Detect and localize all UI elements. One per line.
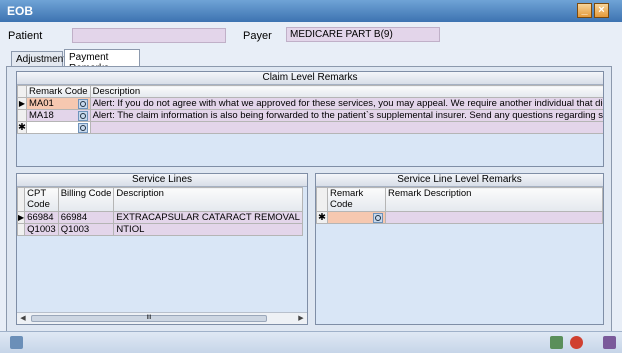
scroll-left-icon[interactable]: ◀: [17, 313, 29, 324]
scroll-thumb[interactable]: III: [31, 315, 267, 322]
cpt-code-cell[interactable]: 66984: [24, 211, 59, 224]
service-lines-grid: Service Lines CPT Code Billing Code Desc…: [16, 173, 308, 325]
billing-code-cell[interactable]: 66984: [57, 211, 115, 224]
payer-field[interactable]: MEDICARE PART B(9): [286, 27, 440, 42]
row-header-corner: [316, 187, 328, 212]
column-header-description[interactable]: Description: [89, 85, 603, 98]
column-header-remark-description[interactable]: Remark Description: [385, 187, 603, 212]
help-icon[interactable]: [603, 336, 616, 349]
cancel-icon[interactable]: [570, 336, 583, 349]
claim-remarks-grid: Claim Level Remarks Remark Code Descript…: [16, 71, 604, 167]
row-header-corner: [17, 85, 27, 98]
close-icon[interactable]: ×: [594, 3, 609, 18]
table-row[interactable]: ▶ MA01 Alert: If you do not agree with w…: [17, 97, 603, 110]
service-line-remarks-grid: Service Line Level Remarks Remark Code R…: [315, 173, 604, 325]
billing-code-cell[interactable]: Q1003: [57, 223, 115, 236]
window-title: EOB: [7, 4, 34, 18]
payer-label: Payer: [243, 30, 272, 42]
patient-label: Patient: [8, 30, 43, 42]
column-header-cpt-code[interactable]: CPT Code: [24, 187, 59, 212]
description-cell: [89, 121, 603, 134]
row-header-corner: [17, 187, 26, 212]
current-row-indicator: ▶: [17, 211, 26, 224]
table-row[interactable]: Q1003 Q1003 NTIOL: [17, 223, 303, 236]
service-line-remarks-caption: Service Line Level Remarks: [316, 174, 603, 187]
minimize-icon[interactable]: _: [577, 3, 592, 18]
remark-code-cell[interactable]: MA18: [29, 111, 54, 121]
remark-description-cell: [385, 211, 603, 224]
window-client-area: Patient Payer MEDICARE PART B(9) Adjustm…: [0, 22, 622, 332]
lookup-icon[interactable]: [77, 123, 88, 133]
payment-remarks-panel: Claim Level Remarks Remark Code Descript…: [6, 66, 612, 332]
lookup-icon[interactable]: [77, 111, 88, 121]
description-cell: Alert: If you do not agree with what we …: [89, 97, 603, 110]
column-header-remark-code[interactable]: Remark Code: [25, 85, 91, 98]
horizontal-scrollbar[interactable]: ◀ III ▶: [17, 312, 307, 324]
scroll-right-icon[interactable]: ▶: [295, 313, 307, 324]
print-icon[interactable]: [10, 336, 23, 349]
status-bar: [0, 331, 622, 353]
description-cell: Alert: The claim information is also bei…: [89, 109, 603, 122]
column-header-remark-code[interactable]: Remark Code: [327, 187, 386, 212]
new-row-indicator: ✱: [17, 121, 27, 134]
new-row-indicator: ✱: [316, 211, 328, 224]
description-cell: EXTRACAPSULAR CATARACT REMOVAL: [113, 211, 303, 224]
description-cell: NTIOL: [113, 223, 303, 236]
service-lines-caption: Service Lines: [17, 174, 307, 187]
new-row[interactable]: ✱: [17, 121, 603, 134]
table-row[interactable]: ▶ 66984 66984 EXTRACAPSULAR CATARACT REM…: [17, 211, 303, 224]
cpt-code-cell[interactable]: Q1003: [24, 223, 59, 236]
column-header-description[interactable]: Description: [113, 187, 303, 212]
save-icon[interactable]: [550, 336, 563, 349]
patient-field[interactable]: [72, 28, 226, 43]
remark-code-cell[interactable]: MA01: [29, 99, 54, 109]
new-row[interactable]: ✱: [316, 211, 603, 224]
table-row[interactable]: MA18 Alert: The claim information is als…: [17, 109, 603, 122]
tab-payment-remarks[interactable]: Payment Remarks: [64, 49, 140, 74]
lookup-icon[interactable]: [77, 99, 88, 109]
tab-adjustments[interactable]: Adjustments: [11, 51, 71, 67]
claim-remarks-caption: Claim Level Remarks: [17, 72, 603, 85]
column-header-billing-code[interactable]: Billing Code: [57, 187, 115, 212]
lookup-icon[interactable]: [373, 213, 383, 223]
current-row-indicator: ▶: [17, 97, 27, 110]
title-bar: EOB: [0, 0, 622, 22]
